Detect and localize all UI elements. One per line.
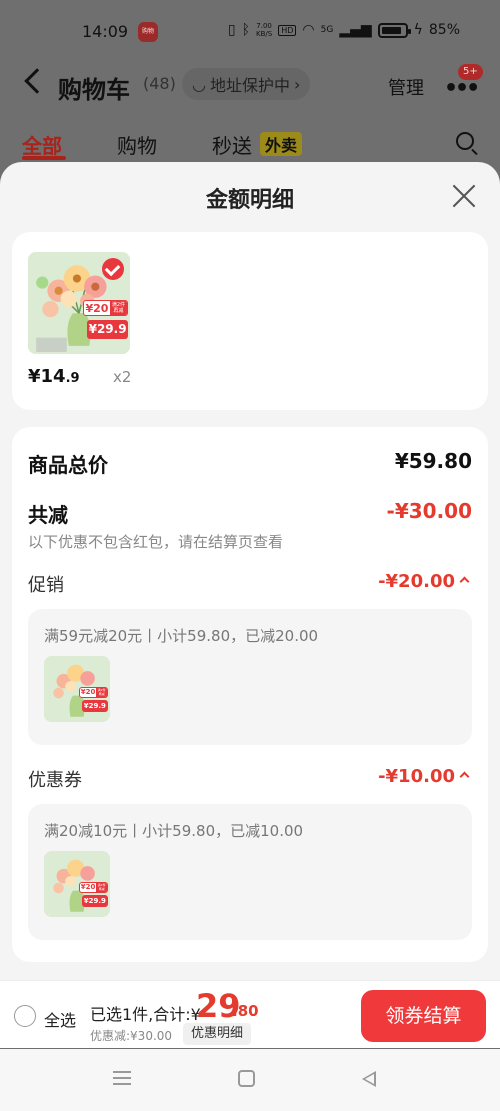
promo-label: 促销	[28, 575, 64, 596]
coupon-toggle[interactable]: -¥10.00	[272, 766, 472, 794]
selected-check-icon[interactable]	[102, 258, 124, 280]
app-notification-icon: 购物	[138, 22, 158, 42]
tag-label: 满2件再减	[96, 883, 107, 892]
tag-label: 满2件再减	[109, 300, 127, 316]
total-price-label: 商品总价	[28, 453, 108, 477]
status-time: 14:09	[82, 22, 129, 41]
tab-active-indicator	[22, 156, 66, 160]
product-image[interactable]: ¥20 满2件再减 ¥29.9	[28, 252, 130, 354]
total-reduce-label: 共减	[28, 503, 68, 527]
address-protection-label: 地址保护中	[209, 76, 290, 95]
tab-flash-delivery[interactable]: 秒送	[212, 130, 252, 159]
select-all-label[interactable]: 全选	[44, 1007, 76, 1031]
close-icon[interactable]	[452, 184, 476, 208]
price-tag: ¥20 满2件再减	[83, 299, 128, 317]
more-badge: 5+	[458, 64, 483, 80]
status-indicators: ▯ ᛒ 7.00 KB/S HD ◠ 5G ▂▄▆ ϟ 85%	[228, 22, 460, 38]
product-quantity: x2	[113, 368, 132, 386]
hd-icon: HD	[278, 24, 297, 36]
promo-product-image: ¥20 满2件再减 ¥29.9	[44, 656, 110, 722]
amount-detail-sheet: 金额明细 ¥20 满2件再减 ¥29.9 ¥14.9 x2 商品总价 ¥59.8…	[0, 162, 500, 980]
promo-value: -¥20.00	[378, 571, 470, 592]
product-card: ¥20 满2件再减 ¥29.9 ¥14.9 x2	[12, 232, 488, 410]
final-price-tag: ¥29.9	[81, 700, 108, 713]
total-reduce-row: 共减 -¥30.00	[28, 499, 472, 527]
coupon-value: -¥10.00	[378, 766, 470, 787]
tag-price: ¥20	[80, 688, 96, 697]
tab-shopping[interactable]: 购物	[117, 130, 157, 159]
home-icon[interactable]	[238, 1070, 255, 1087]
network-speed: 7.00 KB/S	[256, 22, 273, 38]
red-packet-note: 以下优惠不包含红包，请在结算页查看	[28, 533, 284, 551]
total-price-value: ¥59.80	[394, 449, 472, 473]
tag-label: 满2件再减	[96, 688, 107, 697]
cart-count: (48)	[143, 74, 176, 93]
discount-summary: 优惠减:¥30.00	[90, 1029, 173, 1043]
final-price-tag: ¥29.9	[81, 895, 108, 908]
cellular-icon: 5G	[320, 25, 334, 35]
promo-description: 满59元减20元丨小计59.80，已减20.00	[44, 627, 319, 645]
page-title: 购物车	[58, 76, 130, 104]
search-icon[interactable]	[456, 132, 474, 150]
battery-icon	[377, 22, 411, 38]
shield-icon: ◡	[192, 74, 206, 94]
discount-detail-button[interactable]: 优惠明细	[183, 1023, 252, 1045]
price-tag: ¥20 满2件再减	[78, 687, 108, 698]
signal-icon: ▂▄▆	[339, 22, 372, 38]
final-price-tag: ¥29.9	[87, 320, 128, 339]
chevron-up-icon	[459, 771, 470, 782]
select-all-checkbox[interactable]	[14, 1005, 36, 1027]
promo-toggle[interactable]: -¥20.00	[272, 571, 472, 599]
sheet-title: 金额明细	[205, 188, 294, 213]
checkout-button[interactable]: 领券结算	[361, 990, 486, 1042]
selected-summary: 已选1件,合计:¥	[90, 1005, 201, 1024]
system-nav-bar	[0, 1049, 500, 1111]
total-reduce-value: -¥30.00	[386, 499, 472, 523]
promo-detail-box: 满59元减20元丨小计59.80，已减20.00 ¥20 满2件再减 ¥29.9	[28, 609, 472, 745]
manage-button[interactable]: 管理	[388, 74, 424, 100]
chevron-right-icon: ›	[293, 74, 301, 94]
menu-icon[interactable]	[113, 1071, 131, 1085]
coupon-description: 满20减10元丨小计59.80，已减10.00	[44, 822, 304, 840]
battery-percent: 85%	[428, 22, 460, 38]
charging-icon: ϟ	[413, 22, 423, 38]
status-bar: 14:09 购物 ▯ ᛒ 7.00 KB/S HD ◠ 5G ▂▄▆ ϟ 85%	[0, 0, 500, 64]
takeaway-badge: 外卖	[260, 132, 303, 156]
tab-all[interactable]: 全部	[22, 130, 62, 159]
bluetooth-icon: ᛒ	[241, 22, 250, 38]
checkout-bar: 全选 已选1件,合计:¥ 29 .80 优惠减:¥30.00 优惠明细 领券结算	[0, 980, 500, 1048]
coupon-detail-box: 满20减10元丨小计59.80，已减10.00 ¥20 满2件再减 ¥29.9	[28, 804, 472, 940]
price-tag: ¥20 满2件再减	[78, 882, 108, 893]
coupon-label: 优惠券	[28, 770, 82, 791]
coupon-product-image: ¥20 满2件再减 ¥29.9	[44, 851, 110, 917]
product-price: ¥14.9	[28, 366, 80, 387]
address-protection-button[interactable]: ◡ 地址保护中 ›	[182, 68, 311, 100]
tag-price: ¥20	[85, 301, 109, 315]
tag-price: ¥20	[80, 883, 96, 892]
total-price-row: 商品总价 ¥59.80	[28, 449, 472, 477]
battery-fill	[381, 26, 401, 34]
vibrate-icon: ▯	[227, 22, 236, 38]
back-triangle-icon[interactable]	[362, 1071, 376, 1087]
chevron-up-icon	[459, 576, 470, 587]
total-amount-decimal: .80	[232, 1002, 259, 1020]
wifi-icon: ◠	[302, 22, 315, 38]
price-detail-card: 商品总价 ¥59.80 共减 -¥30.00 以下优惠不包含红包，请在结算页查看…	[12, 427, 488, 962]
